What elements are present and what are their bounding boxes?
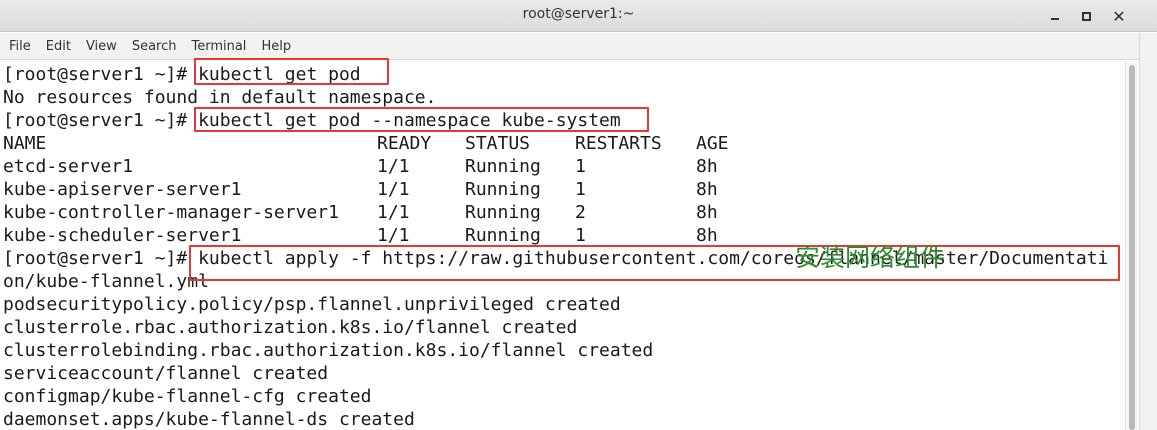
window-border — [1139, 33, 1157, 430]
menu-terminal[interactable]: Terminal — [191, 39, 246, 54]
column-header-restarts: RESTARTS — [575, 133, 662, 154]
pod-age: 8h — [696, 202, 718, 223]
column-header-ready: READY — [377, 133, 432, 154]
pod-status: Running — [465, 179, 541, 200]
table-row: kube-scheduler-server1 1/1 Running 1 8h — [0, 224, 1124, 247]
pod-restarts: 1 — [575, 179, 586, 200]
column-header-age: AGE — [696, 133, 729, 154]
output-line: daemonset.apps/kube-flannel-ds created — [3, 409, 415, 430]
pod-restarts: 2 — [575, 202, 586, 223]
window-title: root@server1:~ — [522, 6, 635, 22]
column-header-status: STATUS — [465, 133, 531, 154]
scrollbar-thumb[interactable] — [1129, 65, 1135, 430]
column-header-name: NAME — [3, 133, 47, 154]
output-line: No resources found in default namespace. — [3, 87, 437, 108]
menu-search[interactable]: Search — [132, 39, 177, 54]
table-row: etcd-server1 1/1 Running 1 8h — [0, 155, 1124, 178]
pod-ready: 1/1 — [377, 156, 410, 177]
prompt: [root@server1 ~]# — [3, 248, 199, 269]
pod-status: Running — [465, 202, 541, 223]
output-line: configmap/kube-flannel-cfg created — [3, 386, 372, 407]
highlight-box-cmd3 — [189, 245, 1120, 281]
pod-name: etcd-server1 — [3, 156, 134, 177]
table-row: kube-apiserver-server1 1/1 Running 1 8h — [0, 178, 1124, 201]
close-button[interactable]: ✕ — [1109, 6, 1129, 26]
maximize-button[interactable] — [1076, 6, 1096, 26]
minimize-icon — [1051, 18, 1059, 20]
output-line: clusterrolebinding.rbac.authorization.k8… — [3, 340, 654, 361]
pod-age: 8h — [696, 225, 718, 246]
pod-ready: 1/1 — [377, 202, 410, 223]
output-line: podsecuritypolicy.policy/psp.flannel.unp… — [3, 294, 621, 315]
maximize-icon — [1081, 11, 1091, 21]
pod-age: 8h — [696, 156, 718, 177]
pod-status: Running — [465, 156, 541, 177]
output-line: clusterrole.rbac.authorization.k8s.io/fl… — [3, 317, 578, 338]
highlight-box-cmd2 — [194, 107, 649, 132]
table-row: kube-controller-manager-server1 1/1 Runn… — [0, 201, 1124, 224]
pod-ready: 1/1 — [377, 225, 410, 246]
pod-restarts: 1 — [575, 225, 586, 246]
pod-name: kube-controller-manager-server1 — [3, 202, 339, 223]
command-wrap-line: on/kube-flannel.yml — [3, 271, 209, 292]
window-titlebar[interactable]: root@server1:~ ✕ — [0, 0, 1157, 32]
minimize-button[interactable] — [1045, 6, 1065, 26]
menu-file[interactable]: File — [9, 39, 31, 54]
close-icon: ✕ — [1112, 6, 1126, 26]
annotation-text: 安装网络组件 — [795, 243, 946, 272]
prompt: [root@server1 ~]# — [3, 110, 199, 131]
prompt: [root@server1 ~]# — [3, 64, 199, 85]
output-line: serviceaccount/flannel created — [3, 363, 329, 384]
pod-status: Running — [465, 225, 541, 246]
menu-bar: File Edit View Search Terminal Help — [0, 33, 1139, 60]
pod-age: 8h — [696, 179, 718, 200]
pod-name: kube-apiserver-server1 — [3, 179, 242, 200]
highlight-box-cmd1 — [194, 58, 389, 85]
menu-edit[interactable]: Edit — [46, 39, 71, 54]
table-header-row: NAME READY STATUS RESTARTS AGE — [0, 132, 1124, 155]
menu-view[interactable]: View — [86, 39, 117, 54]
pod-name: kube-scheduler-server1 — [3, 225, 242, 246]
pod-ready: 1/1 — [377, 179, 410, 200]
menu-help[interactable]: Help — [261, 39, 291, 54]
pod-restarts: 1 — [575, 156, 586, 177]
scrollbar[interactable] — [1125, 61, 1137, 430]
